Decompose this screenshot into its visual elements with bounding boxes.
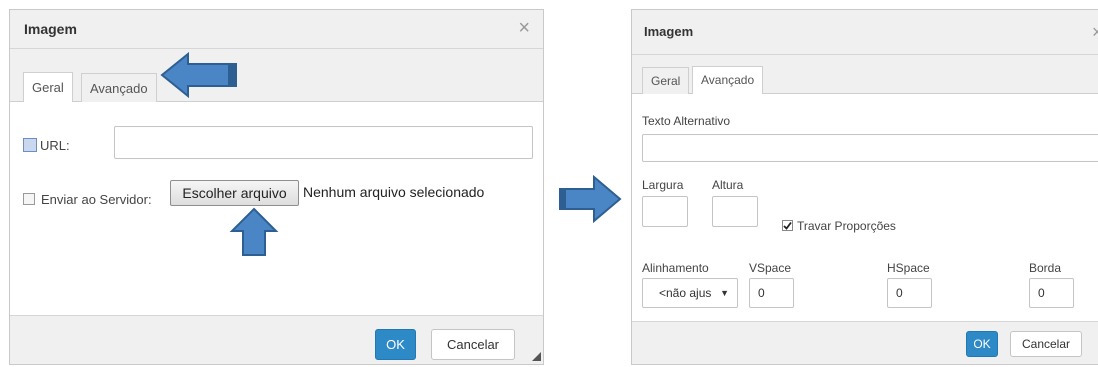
dialog-header: Imagem × xyxy=(632,10,1098,55)
up-arrow-icon xyxy=(229,207,279,256)
dialog-footer: OK Cancelar xyxy=(10,315,543,364)
ok-button[interactable]: OK xyxy=(375,329,416,360)
height-input[interactable] xyxy=(712,196,758,227)
dialog-title: Imagem xyxy=(24,21,77,37)
tab-avancado[interactable]: Avançado xyxy=(692,66,764,94)
choose-file-button[interactable]: Escolher arquivo xyxy=(170,180,299,206)
vspace-input[interactable] xyxy=(749,278,794,308)
width-label: Largura xyxy=(642,178,684,192)
url-input[interactable] xyxy=(114,126,533,159)
url-label: URL: xyxy=(40,138,70,153)
url-checkbox[interactable] xyxy=(23,138,37,152)
align-select-value: <não ajus xyxy=(659,286,712,300)
alt-text-input[interactable] xyxy=(642,134,1098,162)
tab-avancado[interactable]: Avançado xyxy=(81,73,157,102)
tab-geral[interactable]: Geral xyxy=(642,67,690,94)
upload-checkbox[interactable] xyxy=(23,193,35,205)
vspace-label: VSpace xyxy=(749,261,792,275)
ok-button[interactable]: OK xyxy=(966,331,998,357)
dialog-header: Imagem × xyxy=(10,10,543,49)
left-arrow-icon xyxy=(160,52,237,99)
no-file-text: Nenhum arquivo selecionado xyxy=(303,184,485,200)
tab-bar: Geral Avançado xyxy=(632,55,1098,94)
resize-handle-icon[interactable] xyxy=(532,352,541,361)
cancel-button[interactable]: Cancelar xyxy=(431,329,515,360)
tab-bar: Geral Avançado xyxy=(10,49,543,102)
lock-ratio-checkbox[interactable] xyxy=(782,220,793,231)
dialog-footer: OK Cancelar xyxy=(632,321,1098,364)
align-select[interactable]: <não ajus ▼ xyxy=(642,278,738,308)
width-input[interactable] xyxy=(642,196,688,227)
hspace-label: HSpace xyxy=(887,261,930,275)
upload-label: Enviar ao Servidor: xyxy=(41,192,152,207)
tab-geral[interactable]: Geral xyxy=(23,72,73,102)
image-dialog-advanced: Imagem × Geral Avançado Texto Alternativ… xyxy=(631,9,1098,365)
hspace-input[interactable] xyxy=(887,278,932,308)
dialog-title: Imagem xyxy=(644,24,694,39)
align-label: Alinhamento xyxy=(642,261,709,275)
right-arrow-icon xyxy=(559,175,622,223)
checkmark-icon xyxy=(783,221,792,230)
close-icon[interactable]: × xyxy=(518,17,530,40)
image-dialog-general: Imagem × Geral Avançado URL: Enviar ao S… xyxy=(9,9,544,365)
cancel-button[interactable]: Cancelar xyxy=(1010,331,1082,357)
dropdown-arrow-icon: ▼ xyxy=(720,288,729,298)
lock-ratio-label: Travar Proporções xyxy=(797,219,896,233)
close-icon[interactable]: × xyxy=(1092,22,1098,43)
border-input[interactable] xyxy=(1029,278,1074,308)
alt-text-label: Texto Alternativo xyxy=(642,114,731,128)
height-label: Altura xyxy=(712,178,744,192)
border-label: Borda xyxy=(1029,261,1062,275)
